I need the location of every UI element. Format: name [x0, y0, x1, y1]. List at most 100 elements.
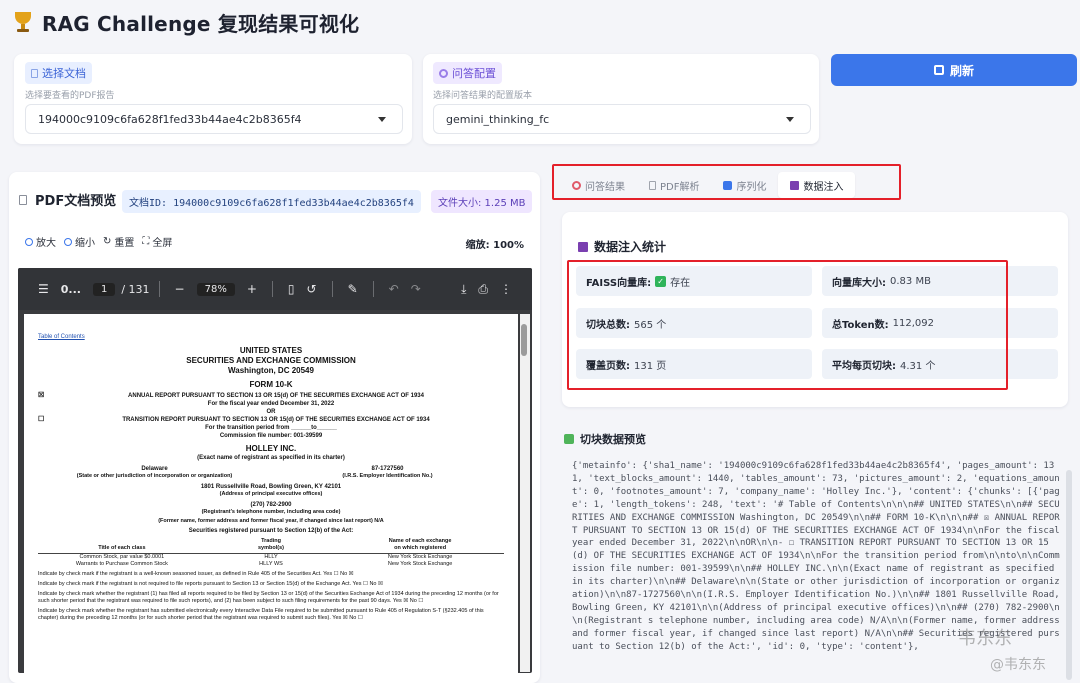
zoom-out-icon[interactable]: −	[175, 282, 185, 296]
doc-select-label: 选择文档	[42, 67, 86, 80]
transition-report-row: ☐ TRANSITION REPORT PURSUANT TO SECTION …	[38, 416, 504, 424]
state-sub-text: (State or other jurisdiction of incorpor…	[76, 473, 233, 479]
floppy-icon	[578, 241, 588, 252]
viewer-doc-title: 0...	[60, 282, 81, 296]
menu-icon[interactable]: ☰	[38, 282, 49, 296]
fullscreen-label: 全屏	[152, 238, 173, 249]
checked-box-icon: ☒	[38, 392, 45, 399]
col-exchange-line1: Name of each exchange	[388, 538, 452, 544]
former-name-text: (Former name, former address and former …	[158, 518, 384, 524]
pdf-viewer-toolbar: ☰ 0... 1 / 131 − 78% + ▯ ↺ ✎ ↶ ↷ ⤓ ⎙ ⋮	[18, 268, 532, 310]
col-exchange-line2: on which registered	[394, 545, 447, 551]
zoom-in-button[interactable]: 放大	[25, 234, 56, 249]
annual-report-text: ANNUAL REPORT PURSUANT TO SECTION 13 OR …	[128, 393, 424, 399]
reset-label: 重置	[114, 238, 135, 249]
col-title-class: Title of each class	[98, 545, 146, 551]
pdf-heading-1: UNITED STATES	[239, 346, 303, 355]
registered-heading: Securities registered pursuant to Sectio…	[188, 528, 354, 534]
fullscreen-button[interactable]: ⛶ 全屏	[142, 234, 172, 249]
annotate-icon[interactable]: ✎	[348, 282, 358, 296]
securities-table-row: Common Stock, par value $0.0001 HLLY New…	[38, 554, 504, 561]
reset-button[interactable]: ↻ 重置	[103, 234, 134, 249]
viewer-zoom-input[interactable]: 78%	[196, 282, 235, 296]
doc-select-dropdown[interactable]: 194000c9109c6fa628f1fed33b44ae4c2b8365f4	[25, 104, 403, 134]
securities-table-header: Title of each class Trading symbol(s) Na…	[38, 538, 504, 554]
config-select-dropdown[interactable]: gemini_thinking_fc	[433, 104, 811, 134]
rotate-icon[interactable]: ↺	[307, 282, 317, 296]
check-line-4: Indicate by check mark whether the regis…	[38, 608, 484, 621]
col-trading-line1: Trading	[261, 538, 281, 544]
pdf-scrollbar-thumb[interactable]	[521, 324, 527, 356]
gear-icon	[439, 68, 448, 78]
doc-select-hint: 选择要查看的PDF报告	[25, 91, 115, 101]
pdf-heading-3: Washington, DC 20549	[228, 366, 314, 375]
stats-highlight-box	[567, 260, 1008, 390]
doc-select-card: 选择文档 选择要查看的PDF报告 194000c9109c6fa628f1fed…	[14, 54, 412, 144]
page-number-input[interactable]: 1	[92, 282, 116, 296]
zoom-out-label: 缩小	[75, 238, 95, 249]
redo-icon[interactable]: ↷	[411, 282, 421, 296]
chevron-down-icon	[786, 117, 794, 122]
annual-report-row: ☒ ANNUAL REPORT PURSUANT TO SECTION 13 O…	[38, 392, 504, 400]
trophy-icon	[12, 10, 34, 34]
config-select-value: gemini_thinking_fc	[446, 112, 550, 126]
watermark-handle: @韦东东	[990, 657, 1046, 673]
pdf-panel-title: PDF文档预览	[35, 194, 117, 209]
fit-page-icon[interactable]: ▯	[288, 282, 295, 296]
tab-highlight-box	[552, 164, 901, 200]
chunk-preview-title: 切块数据预览	[580, 433, 646, 446]
config-select-card: 问答配置 选择问答结果的配置版本 gemini_thinking_fc	[423, 54, 819, 144]
transition-period-text: For the transition period from ______to_…	[205, 425, 337, 431]
doc-select-chip: 选择文档	[25, 62, 92, 84]
chunk-preview-heading: 切块数据预览	[564, 431, 646, 447]
phone-sub-text: (Registrant's telephone number, includin…	[201, 509, 341, 515]
r2c3: New York Stock Exchange	[387, 561, 453, 567]
r1c3: New York Stock Exchange	[387, 554, 453, 560]
page-total: / 131	[121, 282, 150, 296]
chevron-down-icon	[378, 117, 386, 122]
chunk-scrollbar[interactable]	[1066, 470, 1072, 680]
zoom-in-icon[interactable]: +	[247, 282, 257, 296]
config-select-label: 问答配置	[452, 67, 496, 80]
doc-select-value: 194000c9109c6fa628f1fed33b44ae4c2b8365f4	[38, 112, 302, 126]
ein-text: 87-1727560	[371, 466, 404, 472]
zoom-out-button[interactable]: 缩小	[64, 234, 95, 249]
col-trading-line2: symbol(s)	[258, 545, 284, 551]
more-icon[interactable]: ⋮	[500, 282, 512, 296]
file-icon	[19, 194, 27, 205]
pdf-viewer: ☰ 0... 1 / 131 − 78% + ▯ ↺ ✎ ↶ ↷ ⤓ ⎙ ⋮ T…	[18, 268, 532, 673]
pdf-heading-2: SECURITIES AND EXCHANGE COMMISSION	[186, 356, 356, 365]
fullscreen-icon: ⛶	[142, 236, 150, 247]
undo-icon[interactable]: ↶	[389, 282, 399, 296]
pdf-page: Table of Contents UNITED STATES SECURITI…	[24, 314, 518, 673]
page-title: RAG Challenge 复现结果可视化	[42, 11, 360, 36]
ein-sub-text: (I.R.S. Employer Identification No.)	[342, 473, 433, 479]
watermark-text: 韦东东	[958, 628, 1012, 649]
state-ein-row: Delaware (State or other jurisdiction of…	[38, 465, 504, 480]
phone-text: (270) 782-2900	[250, 502, 292, 508]
commission-number-text: Commission file number: 001-39599	[219, 433, 323, 439]
print-icon[interactable]: ⎙	[478, 282, 488, 297]
r2c1: Warrants to Purchase Common Stock	[75, 561, 168, 567]
or-text: OR	[266, 409, 276, 415]
injection-title: 数据注入统计	[594, 240, 667, 254]
check-line-1: Indicate by check mark if the registrant…	[38, 571, 354, 577]
document-icon	[31, 68, 38, 78]
check-line-2: Indicate by check mark if the registrant…	[38, 581, 383, 587]
company-name-text: HOLLEY INC.	[245, 444, 297, 453]
refresh-button[interactable]: 刷新	[831, 54, 1077, 86]
puzzle-icon	[564, 434, 574, 444]
address-sub-text: (Address of principal executive offices)	[219, 491, 323, 497]
file-size-badge: 文件大小: 1.25 MB	[431, 190, 533, 213]
r1c1: Common Stock, par value $0.0001	[79, 554, 165, 560]
zoom-in-icon	[25, 237, 33, 246]
doc-id-badge: 文档ID: 194000c9109c6fa628f1fed33b44ae4c2b…	[122, 190, 421, 213]
pdf-form-title: FORM 10-K	[249, 380, 293, 389]
zoom-out-icon	[64, 237, 72, 246]
download-icon[interactable]: ⤓	[461, 282, 466, 297]
refresh-button-label: 刷新	[949, 63, 974, 78]
transition-report-text: TRANSITION REPORT PURSUANT TO SECTION 13…	[122, 417, 430, 423]
zoom-in-label: 放大	[36, 238, 56, 249]
pdf-scrollbar-track[interactable]	[520, 314, 530, 672]
config-select-hint: 选择问答结果的配置版本	[433, 91, 533, 101]
